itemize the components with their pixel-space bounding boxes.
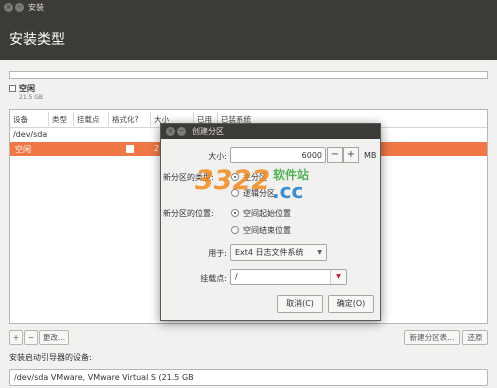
cancel-button[interactable]: 取消(C) — [277, 295, 323, 313]
dialog-minimize-icon[interactable]: − — [177, 127, 186, 136]
use-as-label: 用于: — [208, 249, 227, 258]
free-space-legend-name: 空闲 — [19, 84, 35, 93]
column-separator — [108, 112, 109, 126]
boot-device-select[interactable]: /dev/sda VMware, VMware Virtual S (21.5 … — [9, 369, 488, 386]
create-partition-dialog: × − 创建分区 大小: − + MB 新分区的类型: 主分区 逻辑分区 新分区… — [160, 123, 381, 321]
new-partition-table-button[interactable]: 新建分区表... — [404, 330, 460, 345]
partition-location-label: 新分区的位置: — [163, 209, 214, 218]
change-partition-button[interactable]: 更改... — [39, 330, 69, 345]
mount-point-value: / — [235, 272, 238, 281]
location-end-radio[interactable] — [231, 226, 239, 234]
format-checkbox[interactable] — [126, 145, 134, 153]
page-header: 安装类型 — [0, 16, 497, 60]
column-separator — [48, 112, 49, 126]
column-header-type[interactable]: 类型 — [52, 114, 67, 125]
revert-button[interactable]: 还原 — [462, 330, 488, 345]
size-decrement-button[interactable]: − — [327, 147, 343, 163]
add-partition-button[interactable]: + — [9, 330, 23, 345]
boot-device-label: 安装启动引导器的设备: — [9, 353, 92, 362]
size-label: 大小: — [208, 152, 227, 161]
watermark-domain: .cc — [272, 179, 304, 203]
filesystem-select[interactable]: Ext4 日志文件系统 ▼ — [230, 244, 327, 261]
watermark-number: 3322 — [195, 165, 271, 196]
free-space-legend-swatch — [9, 85, 16, 92]
column-header-mount[interactable]: 挂载点 — [77, 114, 100, 125]
chevron-down-icon: ▼ — [317, 249, 322, 256]
size-increment-button[interactable]: + — [343, 147, 359, 163]
dialog-titlebar: × − 创建分区 — [161, 124, 380, 139]
disk-usage-bar — [9, 71, 488, 79]
location-end-label: 空间结束位置 — [243, 226, 291, 235]
column-separator — [150, 112, 151, 126]
column-separator — [73, 112, 74, 126]
column-header-device[interactable]: 设备 — [13, 114, 28, 125]
filesystem-value: Ext4 日志文件系统 — [235, 248, 304, 257]
ok-button[interactable]: 确定(O) — [328, 295, 374, 313]
mount-point-combo[interactable]: / ▼ — [230, 269, 347, 285]
dialog-close-icon[interactable]: × — [166, 127, 175, 136]
remove-partition-button[interactable]: − — [24, 330, 38, 345]
window-title: 安装 — [28, 3, 44, 12]
size-input[interactable] — [230, 147, 326, 163]
size-unit: MB — [364, 151, 377, 160]
free-space-legend-size: 21.5 GB — [19, 94, 44, 101]
row-partition-name: 空闲 — [15, 145, 31, 154]
window-minimize-icon[interactable]: − — [15, 3, 24, 12]
window-titlebar: × − 安装 — [0, 0, 497, 16]
location-start-radio[interactable] — [231, 209, 239, 217]
column-header-format[interactable]: 格式化? — [112, 114, 138, 125]
window-close-icon[interactable]: × — [4, 3, 13, 12]
mount-point-label: 挂载点: — [200, 274, 227, 283]
device-name: /dev/sda — [13, 130, 48, 139]
chevron-down-icon[interactable]: ▼ — [330, 270, 346, 284]
boot-device-value: /dev/sda VMware, VMware Virtual S (21.5 … — [14, 373, 194, 382]
location-start-label: 空间起始位置 — [243, 209, 291, 218]
page-title: 安装类型 — [9, 32, 65, 48]
dialog-title: 创建分区 — [192, 127, 224, 136]
